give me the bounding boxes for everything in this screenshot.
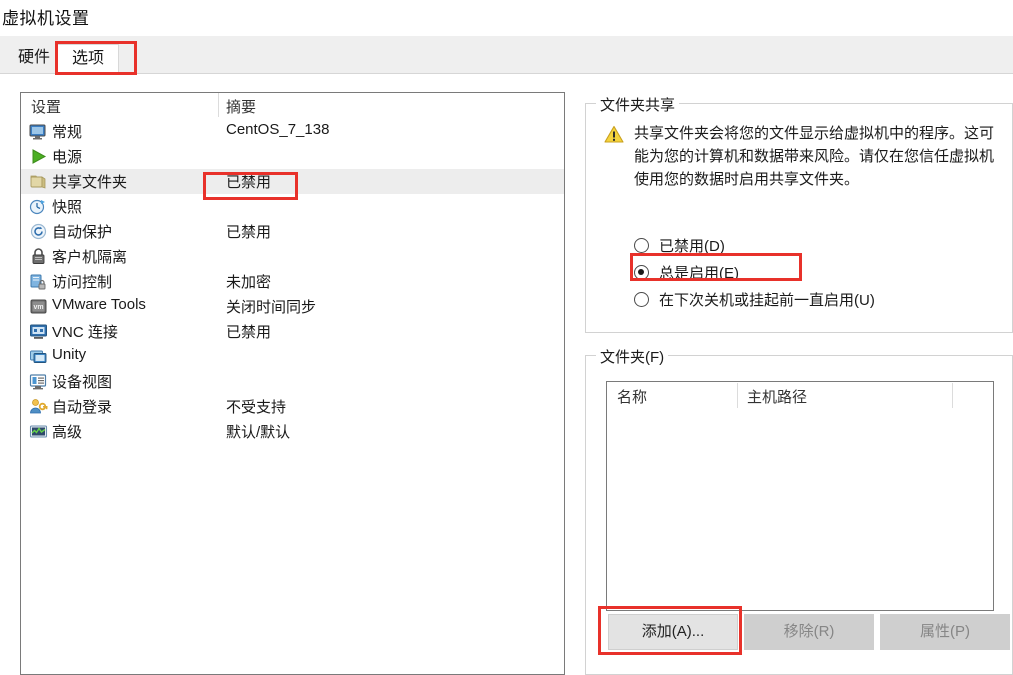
settings-row-autoprotect[interactable]: 自动保护 已禁用 [21,219,564,244]
settings-row-label: 设备视图 [52,374,113,391]
folders-group: 文件夹(F) 名称 主机路径 添加(A)... 移除(R) 属性(P) [585,346,1013,675]
column-header-setting: 设置 [31,99,62,116]
settings-row-label: VMware Tools [52,296,146,313]
settings-row-general[interactable]: 常规 CentOS_7_138 [21,119,564,144]
radio-dot-selected [634,264,649,280]
radio-always-enabled[interactable]: 总是启用(E) [634,259,739,285]
settings-row-device-view[interactable]: 设备视图 [21,369,564,394]
settings-row-label: VNC 连接 [52,324,118,341]
tab-hardware[interactable]: 硬件 [4,44,64,74]
settings-row-snapshot[interactable]: 快照 [21,194,564,219]
device-view-icon [29,372,48,391]
radio-dot [634,291,649,307]
svg-text:vm: vm [33,304,43,311]
settings-row-summary: 已禁用 [226,174,272,191]
settings-row-guest-isolation[interactable]: 客户机隔离 [21,244,564,269]
settings-row-vnc[interactable]: VNC 连接 已禁用 [21,319,564,344]
settings-row-label: 高级 [52,424,83,441]
monitor-icon [29,122,48,141]
folders-list-header: 名称 主机路径 [607,382,993,409]
vmware-tools-icon: vm [29,297,48,316]
settings-row-summary: CentOS_7_138 [226,121,330,138]
settings-row-label: 客户机隔离 [52,249,128,266]
radio-dot [634,237,649,253]
folders-column-divider [737,383,738,408]
settings-row-advanced[interactable]: 高级 默认/默认 [21,419,564,444]
settings-row-auto-login[interactable]: 自动登录 不受支持 [21,394,564,419]
tab-options[interactable]: 选项 [57,44,120,75]
folders-column-divider [952,383,953,408]
autoprotect-icon [29,222,48,241]
settings-row-power[interactable]: 电源 [21,144,564,169]
settings-row-label: 访问控制 [52,274,113,291]
folders-legend: 文件夹(F) [596,346,669,367]
page-title: 虚拟机设置 [2,9,90,28]
column-header-summary: 摘要 [226,99,257,116]
settings-list-header: 设置 摘要 [21,93,564,119]
folder-sharing-warning-text: 共享文件夹会将您的文件显示给虚拟机中的程序。这可能为您的计算机和数据带来风险。请… [634,125,995,188]
access-control-icon [29,272,48,291]
radio-label: 已禁用(D) [659,237,725,255]
settings-row-summary: 默认/默认 [226,424,291,441]
settings-row-summary: 关闭时间同步 [226,299,317,316]
radio-disabled[interactable]: 已禁用(D) [634,232,725,258]
settings-row-vmware-tools[interactable]: vm VMware Tools 关闭时间同步 [21,294,564,319]
folders-column-header-path: 主机路径 [747,389,808,406]
settings-row-unity[interactable]: Unity [21,344,564,369]
folder-sharing-group: 文件夹共享 共享文件夹会将您的文件显示给虚拟机中的程序。这可能为您的计算机和数据… [585,94,1013,333]
header-divider [218,93,219,117]
settings-row-summary: 已禁用 [226,224,272,241]
settings-row-summary: 不受支持 [226,399,287,416]
auto-login-icon [29,397,48,416]
folder-sharing-legend: 文件夹共享 [596,94,680,115]
settings-row-summary: 已禁用 [226,324,272,341]
settings-row-summary: 未加密 [226,274,272,291]
warning-icon [604,125,624,144]
radio-label: 总是启用(E) [659,264,739,282]
settings-list-panel[interactable]: 设置 摘要 常规 CentOS_7_138 电源 共享文件夹 已禁用 快照 自动… [20,92,565,675]
unity-icon [29,347,48,366]
settings-row-label: 自动登录 [52,399,113,416]
settings-row-label: 电源 [52,149,83,166]
folders-column-header-name: 名称 [617,389,648,406]
settings-row-label: 自动保护 [52,224,113,241]
settings-row-label: Unity [52,346,87,363]
folder-icon [29,172,48,191]
settings-row-label: 快照 [52,199,83,216]
radio-label: 在下次关机或挂起前一直启用(U) [659,291,875,309]
advanced-icon [29,422,48,441]
vnc-icon [29,322,48,341]
folders-list-view[interactable]: 名称 主机路径 [606,381,994,611]
power-play-icon [29,147,48,166]
settings-row-label: 共享文件夹 [52,174,128,191]
lock-icon [29,247,48,266]
settings-row-access-control[interactable]: 访问控制 未加密 [21,269,564,294]
remove-folder-button[interactable]: 移除(R) [744,614,874,650]
settings-row-label: 常规 [52,124,83,141]
radio-until-next-shutdown[interactable]: 在下次关机或挂起前一直启用(U) [634,286,875,312]
snapshot-icon [29,197,48,216]
tab-strip: 硬件 选项 [0,36,1013,75]
add-folder-button[interactable]: 添加(A)... [608,614,738,650]
settings-row-shared-folders[interactable]: 共享文件夹 已禁用 [21,169,564,194]
folder-properties-button[interactable]: 属性(P) [880,614,1010,650]
